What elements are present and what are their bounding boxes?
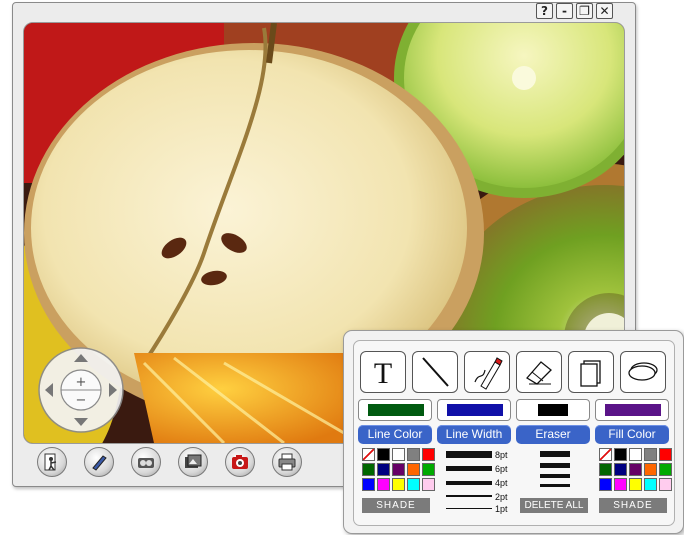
line-color-swatch-9[interactable]: [422, 463, 435, 476]
pencil-icon: [474, 357, 503, 390]
line-color-swatch-8[interactable]: [407, 463, 420, 476]
fill-color-swatch-3[interactable]: [644, 448, 657, 461]
close-button[interactable]: ✕: [596, 3, 613, 19]
line-color-swatch-11[interactable]: [377, 478, 390, 491]
line-color-header[interactable]: Line Color: [358, 425, 432, 444]
fill-color-swatch-12[interactable]: [629, 478, 642, 491]
fill-color-preview: [595, 399, 669, 421]
gallery-button[interactable]: [178, 447, 208, 477]
fill-color-swatch-7[interactable]: [629, 463, 642, 476]
fill-shade-button[interactable]: SHADE: [599, 498, 667, 513]
line-icon: [422, 357, 449, 387]
delete-all-button[interactable]: DELETE ALL: [520, 498, 588, 513]
capture-icon: [232, 455, 248, 469]
line-color-swatch-13[interactable]: [407, 478, 420, 491]
line-color-swatch-5[interactable]: [362, 463, 375, 476]
eraser-icon: [525, 361, 552, 385]
zoom-in-icon[interactable]: +: [76, 375, 87, 390]
pan-zoom-control[interactable]: + −: [37, 346, 125, 434]
line-color-preview: [358, 399, 432, 421]
rectangle-tool-button[interactable]: [568, 351, 614, 393]
fill-color-swatch-0[interactable]: [599, 448, 612, 461]
line-width-8pt[interactable]: [446, 451, 492, 458]
line-color-swatch-1[interactable]: [377, 448, 390, 461]
help-button[interactable]: ?: [536, 3, 553, 19]
fill-color-swatch-10[interactable]: [599, 478, 612, 491]
annotation-panel-body: T Line Color Line Width Eraser Fill Colo…: [353, 340, 675, 526]
line-color-swatch-7[interactable]: [392, 463, 405, 476]
fill-color-header[interactable]: Fill Color: [595, 425, 669, 444]
line-width-8pt-label: 8pt: [495, 450, 508, 460]
line-width-2pt[interactable]: [446, 495, 492, 497]
fill-color-swatch-4[interactable]: [659, 448, 672, 461]
line-color-swatch-12[interactable]: [392, 478, 405, 491]
line-color-swatch-14[interactable]: [422, 478, 435, 491]
line-color-swatch-10[interactable]: [362, 478, 375, 491]
line-color-swatch-2[interactable]: [392, 448, 405, 461]
fill-color-swatch-5[interactable]: [599, 463, 612, 476]
eraser-size-medium[interactable]: [540, 474, 570, 478]
fill-color-swatch-9[interactable]: [659, 463, 672, 476]
record-button[interactable]: [131, 447, 161, 477]
eraser-size-large[interactable]: [540, 451, 570, 457]
photo-gallery-icon: [185, 454, 202, 468]
ellipse-icon: [628, 362, 658, 381]
eraser-header[interactable]: Eraser: [516, 425, 590, 444]
line-color-swatch-3[interactable]: [407, 448, 420, 461]
zoom-out-icon[interactable]: −: [76, 393, 87, 408]
fill-color-swatch-6[interactable]: [614, 463, 627, 476]
line-width-1pt-label: 1pt: [495, 504, 508, 514]
line-width-4pt-label: 4pt: [495, 478, 508, 488]
text-icon: T: [374, 357, 392, 390]
line-width-header[interactable]: Line Width: [437, 425, 511, 444]
eraser-size-small[interactable]: [540, 484, 570, 487]
restore-button[interactable]: ❐: [576, 3, 593, 19]
fill-color-swatch-14[interactable]: [659, 478, 672, 491]
annotation-panel: T Line Color Line Width Eraser Fill Colo…: [343, 330, 684, 534]
print-icon: [278, 453, 296, 471]
line-color-palette: [362, 448, 435, 494]
svg-text:T: T: [374, 357, 392, 390]
pen-icon: [92, 455, 107, 471]
annotate-button[interactable]: [84, 447, 114, 477]
line-width-1pt[interactable]: [446, 508, 492, 509]
fill-color-swatch-1[interactable]: [614, 448, 627, 461]
exit-button[interactable]: [37, 447, 67, 477]
minimize-button[interactable]: -: [556, 3, 573, 19]
print-button[interactable]: [272, 447, 302, 477]
line-width-6pt[interactable]: [446, 466, 492, 471]
eraser-preview: [516, 399, 590, 421]
line-color-swatch-6[interactable]: [377, 463, 390, 476]
fill-color-swatch-13[interactable]: [644, 478, 657, 491]
line-width-4pt[interactable]: [446, 481, 492, 485]
fill-color-swatch-2[interactable]: [629, 448, 642, 461]
line-tool-button[interactable]: [412, 351, 458, 393]
line-shade-button[interactable]: SHADE: [362, 498, 430, 513]
rectangle-icon: [580, 360, 601, 387]
line-width-2pt-label: 2pt: [495, 492, 508, 502]
fill-color-palette: [599, 448, 672, 494]
line-color-swatch-4[interactable]: [422, 448, 435, 461]
eraser-tool-button[interactable]: [516, 351, 562, 393]
capture-button[interactable]: [225, 447, 255, 477]
ellipse-tool-button[interactable]: [620, 351, 666, 393]
line-width-6pt-label: 6pt: [495, 464, 508, 474]
line-color-swatch-0[interactable]: [362, 448, 375, 461]
text-tool-button[interactable]: T: [360, 351, 406, 393]
line-width-preview: [437, 399, 511, 421]
fill-color-swatch-11[interactable]: [614, 478, 627, 491]
pencil-tool-button[interactable]: [464, 351, 510, 393]
fill-color-swatch-8[interactable]: [644, 463, 657, 476]
camera-icon: [138, 458, 154, 468]
eraser-size-medium-large[interactable]: [540, 463, 570, 468]
exit-icon: [44, 453, 57, 471]
